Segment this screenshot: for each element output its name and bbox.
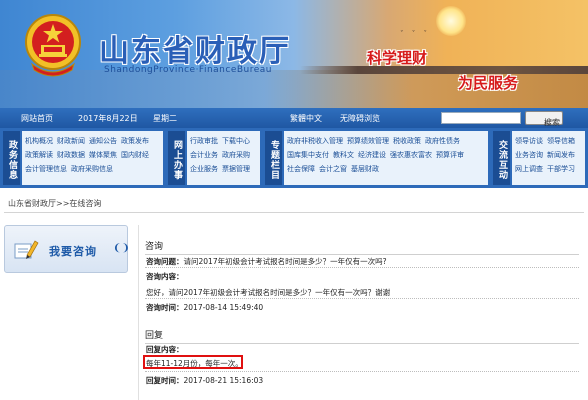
reply-content: 每年11-12月份，每年一次。 [146, 359, 243, 368]
nav-link[interactable]: 网上调查 [515, 162, 543, 176]
nav-link[interactable]: 政策解读 [25, 148, 53, 162]
consult-time: 2017-08-14 15:49:40 [183, 303, 264, 312]
nav-block-special-topics[interactable]: 专题栏目 [265, 131, 282, 185]
consult-content-label-row: 咨询内容： [146, 271, 184, 282]
consult-question: 请问2017年初级会计考试报名时间是多少？一年仅有一次吗? [183, 257, 387, 266]
nav-link[interactable]: 通知公告 [89, 134, 117, 148]
nav-block-online-service[interactable]: 网上办事 [168, 131, 185, 185]
site-banner: ˇ ˇ ˇ 山东省财政厅 ShandongProvince·FinanceBur… [0, 0, 588, 108]
site-subtitle: ShandongProvince·FinanceBureau [104, 65, 272, 75]
nav-group-interaction: 领导访谈 领导信箱 业务咨询 新闻发布 网上调查 干部学习 [512, 131, 585, 185]
nav-link[interactable]: 领导信箱 [547, 134, 575, 148]
nav-link[interactable]: 预算绩效管理 [347, 134, 389, 148]
nav-block-interaction-label: 交流互动 [497, 140, 507, 180]
nav-link[interactable]: 领导访谈 [515, 134, 543, 148]
ask-question-label: 我要咨询 [49, 245, 97, 258]
nav-link[interactable]: 经济建设 [358, 148, 386, 162]
reply-content-label: 回复内容： [146, 345, 184, 354]
nav-link[interactable]: 财政数据 [57, 148, 85, 162]
nav-link[interactable]: 会计业务 [190, 148, 218, 162]
nav-link[interactable]: 业务咨询 [515, 148, 543, 162]
reply-content-label-row: 回复内容： [146, 344, 184, 355]
consult-section-title: 咨询 [145, 239, 579, 255]
current-weekday: 星期二 [153, 114, 177, 123]
nav-block-online-service-label: 网上办事 [172, 140, 182, 180]
nav-link[interactable]: 机构概况 [25, 134, 53, 148]
current-date: 2017年8月22日 [78, 114, 138, 123]
consult-content: 您好，请问2017年初级会计考试报名时间是多少？一年仅有一次吗？谢谢 [146, 288, 391, 297]
nav-link[interactable]: 会计管理信息 [25, 162, 67, 176]
nav-link[interactable]: 政府非税收入管理 [287, 134, 343, 148]
consult-time-row: 咨询时间：2017-08-14 15:49:40 [146, 302, 263, 313]
nav-block-gov-info-label: 政务信息 [7, 140, 17, 180]
nav-link[interactable]: 下载中心 [222, 134, 250, 148]
nav-link[interactable]: 税收政策 [393, 134, 421, 148]
banner-birds: ˇ ˇ ˇ [400, 30, 430, 38]
consult-question-row: 咨询问题：请问2017年初级会计考试报名时间是多少？一年仅有一次吗? [146, 256, 387, 267]
nav-link[interactable]: 政策发布 [121, 134, 149, 148]
nav-link[interactable]: 企业服务 [190, 162, 218, 176]
accessible-browse-link[interactable]: 无障碍浏览 [340, 113, 380, 124]
nav-link[interactable]: 会计之窗 [319, 162, 347, 176]
ask-question-button[interactable]: 我要咨询 ❨❩ [4, 225, 130, 273]
nav-link[interactable]: 强农惠农富农 [390, 148, 432, 162]
nav-link[interactable]: 社会保障 [287, 162, 315, 176]
consult-detail: 咨询 咨询问题：请问2017年初级会计考试报名时间是多少？一年仅有一次吗? 咨询… [138, 225, 584, 400]
search-input[interactable] [441, 112, 521, 124]
reply-time-label: 回复时间： [146, 376, 184, 385]
nav-link[interactable]: 政府性债务 [425, 134, 460, 148]
nav-link[interactable]: 国库集中支付 [287, 148, 329, 162]
divider [145, 371, 579, 372]
main-nav-panel: 政务信息 机构概况 财政新闻 通知公告 政策发布政策解读 财政数据 媒体聚焦 国内财经会计管… [0, 128, 588, 188]
site-title: 山东省财政厅 [99, 34, 291, 69]
pencil-icon [14, 240, 39, 259]
nav-link[interactable]: 基层财政 [351, 162, 379, 176]
reply-time-row: 回复时间：2017-08-21 15:16:03 [146, 375, 263, 386]
nav-link[interactable]: 媒体聚焦 [89, 148, 117, 162]
nav-block-gov-info[interactable]: 政务信息 [3, 131, 20, 185]
consult-content-label: 咨询内容： [146, 272, 184, 281]
nav-link[interactable]: 新闻发布 [547, 148, 575, 162]
nav-group-online-service: 行政审批 下载中心 会计业务 政府采购 企业服务 票据管理 [187, 131, 260, 185]
home-link[interactable]: 网站首页 [21, 113, 53, 124]
nav-link[interactable]: 干部学习 [547, 162, 575, 176]
reply-section-title: 回复 [145, 328, 579, 344]
divider [145, 267, 579, 268]
breadcrumb[interactable]: 山东省财政厅>>在线咨询 [4, 195, 584, 213]
consult-time-label: 咨询时间： [146, 303, 184, 312]
traditional-chinese-link[interactable]: 繁體中文 [290, 113, 322, 124]
nav-link[interactable]: 票据管理 [222, 162, 250, 176]
national-emblem-icon [25, 14, 81, 77]
nav-link[interactable]: 预算评审 [436, 148, 464, 162]
nav-link[interactable]: 政府采购信息 [71, 162, 113, 176]
consult-question-label: 咨询问题： [146, 257, 184, 266]
nav-link[interactable]: 政府采购 [222, 148, 250, 162]
nav-link[interactable]: 财政新闻 [57, 134, 85, 148]
nav-link[interactable]: 行政审批 [190, 134, 218, 148]
search-button[interactable]: ⌕ 搜索 [525, 111, 563, 127]
nav-block-special-topics-label: 专题栏目 [269, 140, 279, 180]
nav-block-interaction[interactable]: 交流互动 [493, 131, 510, 185]
nav-group-special-topics: 政府非税收入管理 预算绩效管理 税收政策 政府性债务国库集中支付 教科文 经济建设 强农惠农… [284, 131, 488, 185]
divider [145, 298, 579, 299]
slogan-1: 科学理财 [367, 49, 428, 67]
top-date-bar: 网站首页 2017年8月22日 星期二 繁體中文 无障碍浏览 ⌕ 搜索 [0, 108, 588, 128]
reply-time: 2017-08-21 15:16:03 [183, 376, 264, 385]
banner-shore [300, 66, 588, 74]
nav-link[interactable]: 教科文 [333, 148, 354, 162]
sound-icon: ❨❩ [113, 243, 130, 254]
banner-sun [436, 6, 466, 36]
nav-group-gov-info: 机构概况 财政新闻 通知公告 政策发布政策解读 财政数据 媒体聚焦 国内财经会计管理信息 政府… [22, 131, 163, 185]
slogan-2: 为民服务 [458, 74, 519, 92]
nav-link[interactable]: 国内财经 [121, 148, 149, 162]
